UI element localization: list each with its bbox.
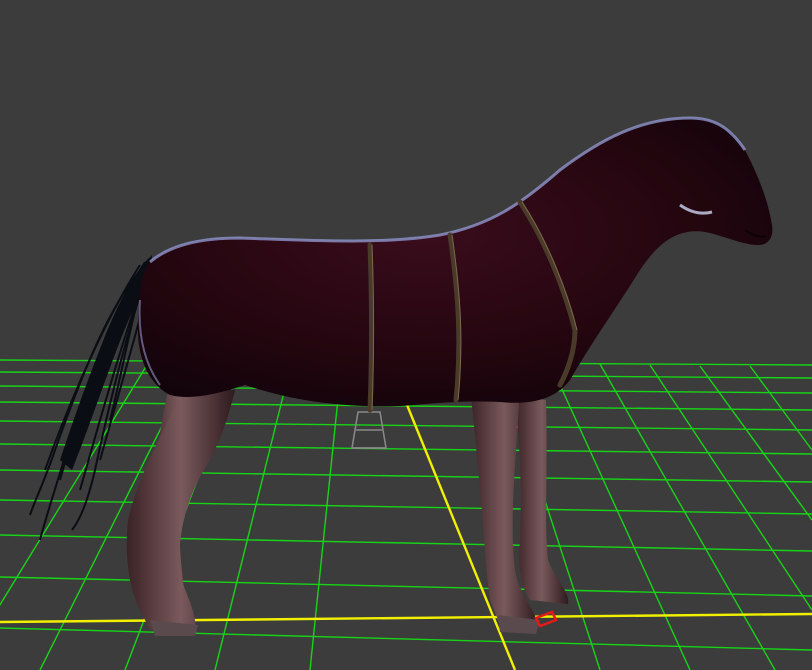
viewport-canvas[interactable]	[0, 0, 812, 670]
3d-viewport[interactable]	[0, 0, 812, 670]
